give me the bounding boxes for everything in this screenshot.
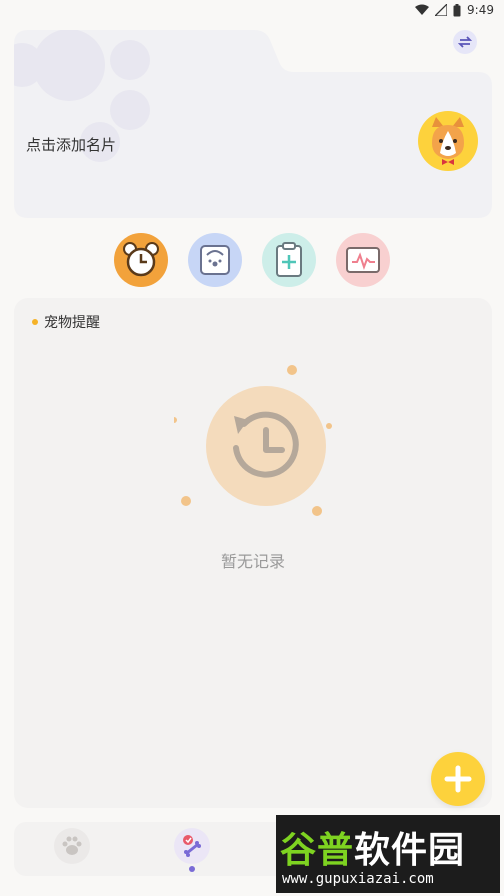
plus-icon	[444, 765, 472, 793]
empty-text: 暂无记录	[220, 552, 285, 571]
reminder-title: 宠物提醒	[32, 312, 100, 332]
card-background	[14, 30, 492, 218]
status-time: 9:49	[467, 3, 494, 17]
watermark-title: 谷普软件园	[280, 821, 465, 873]
weight-feature-button[interactable]	[188, 233, 242, 287]
signal-icon	[435, 4, 448, 16]
swap-icon	[458, 36, 472, 48]
active-tab-indicator	[189, 866, 195, 872]
health-feature-button[interactable]	[336, 233, 390, 287]
watermark-title-part2: 软件园	[354, 830, 466, 871]
alarm-clock-icon	[123, 242, 159, 277]
paw-tab-icon	[62, 836, 82, 855]
add-reminder-button[interactable]	[431, 752, 485, 806]
title-dot	[32, 319, 38, 325]
watermark: 谷普软件园 www.gupuxiazai.com	[276, 815, 500, 893]
history-clock-icon	[174, 365, 332, 516]
switch-card-button[interactable]	[453, 30, 477, 54]
tab-bone[interactable]	[174, 828, 210, 864]
medical-clipboard-icon	[276, 242, 302, 277]
health-monitor-icon	[346, 247, 380, 273]
pet-avatar[interactable]	[418, 111, 478, 171]
alarm-feature-button[interactable]	[114, 233, 168, 287]
battery-icon	[453, 3, 461, 16]
reminder-panel: 宠物提醒 暂无记录	[14, 298, 492, 808]
tab-paw[interactable]	[54, 828, 90, 864]
feature-row	[112, 233, 392, 289]
corgi-avatar-icon	[432, 117, 464, 165]
wifi-icon	[415, 4, 430, 15]
business-card[interactable]	[14, 30, 492, 218]
weighing-scale-icon	[200, 245, 230, 275]
watermark-title-part1: 谷普	[280, 830, 355, 871]
bone-tab-icon	[183, 835, 201, 857]
reminder-title-text: 宠物提醒	[44, 315, 100, 331]
add-card-label[interactable]: 点击添加名片	[26, 134, 116, 155]
watermark-url: www.gupuxiazai.com	[282, 871, 434, 887]
medical-feature-button[interactable]	[262, 233, 316, 287]
status-bar: 9:49	[0, 0, 504, 22]
